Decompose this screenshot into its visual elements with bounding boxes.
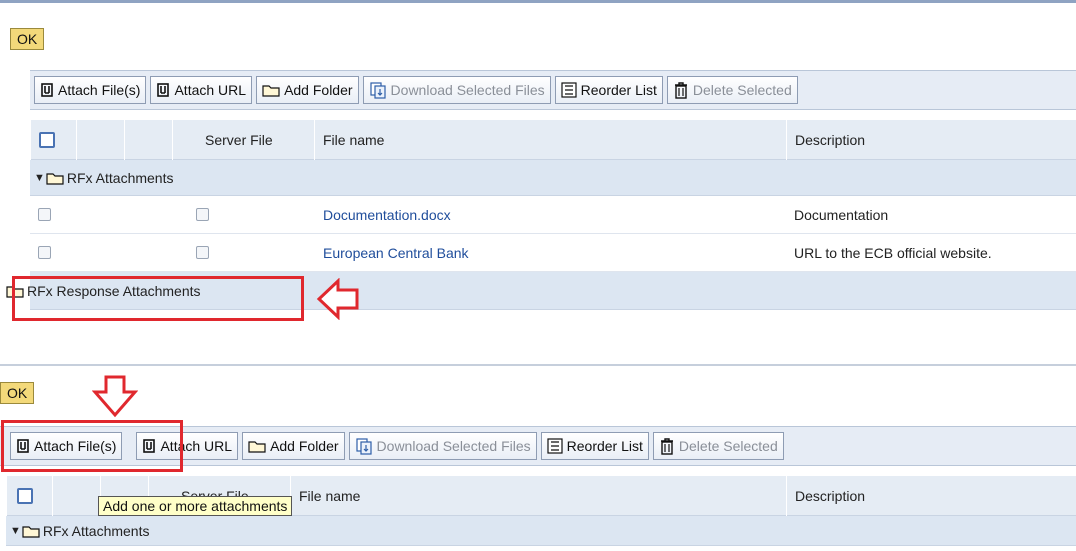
- top-panel: OK Attach File(s) Attach URL Add Folder …: [0, 0, 1076, 330]
- row-checkbox[interactable]: [38, 208, 51, 221]
- attach-url-button[interactable]: Attach URL: [150, 76, 253, 104]
- file-name-link[interactable]: Documentation.docx: [323, 196, 451, 234]
- select-all-checkbox[interactable]: [17, 488, 33, 504]
- paperclip-icon: [17, 439, 29, 453]
- download-selected-label: Download Selected Files: [376, 438, 531, 454]
- attachments-toolbar: Attach File(s) Attach URL Add Folder Dow…: [30, 70, 1076, 110]
- attach-files-button[interactable]: Attach File(s): [10, 432, 123, 460]
- download-selected-button[interactable]: Download Selected Files: [348, 432, 537, 460]
- add-folder-label: Add Folder: [270, 438, 339, 454]
- col-blank-1: [76, 120, 124, 160]
- folder-row-rfx[interactable]: ▼ RFx Attachments: [6, 516, 1076, 546]
- download-files-icon: [369, 82, 386, 99]
- folder-row-response[interactable]: RFx Response Attachments: [6, 272, 1076, 310]
- reorder-list-button[interactable]: Reorder List: [554, 76, 663, 104]
- paperclip-icon: [157, 83, 170, 97]
- reorder-list-label: Reorder List: [580, 82, 657, 98]
- folder-icon: [6, 285, 24, 298]
- attach-files-button[interactable]: Attach File(s): [34, 76, 147, 104]
- folder-row-rfx[interactable]: ▼ RFx Attachments: [30, 160, 1076, 196]
- attach-url-label: Attach URL: [174, 82, 247, 98]
- table-header: Server File File name Description: [30, 120, 1076, 160]
- select-all-cell: [30, 120, 76, 160]
- file-description: Documentation: [794, 207, 889, 223]
- folder-label: RFx Response Attachments: [27, 282, 201, 299]
- folder-icon: [46, 172, 64, 185]
- bottom-panel: OK Attach File(s) Attach URL Add Folder …: [0, 366, 1076, 551]
- folder-label: RFx Attachments: [66, 169, 174, 186]
- row-checkbox[interactable]: [38, 246, 51, 259]
- reorder-list-label: Reorder List: [566, 438, 643, 454]
- attach-files-tooltip: Add one or more attachments: [98, 496, 293, 516]
- attach-url-label: Attach URL: [160, 438, 233, 454]
- down-arrow-icon: [92, 375, 138, 418]
- select-all-cell: [6, 476, 52, 516]
- add-folder-button[interactable]: Add Folder: [242, 432, 345, 460]
- folder-icon: [262, 85, 280, 97]
- attachments-table: Server File File name Description ▼ RFx …: [6, 120, 1076, 310]
- select-all-checkbox[interactable]: [39, 132, 55, 148]
- trash-icon: [660, 438, 673, 455]
- folder-icon: [22, 525, 40, 538]
- delete-selected-button[interactable]: Delete Selected: [652, 432, 784, 460]
- add-folder-button[interactable]: Add Folder: [256, 76, 359, 104]
- attach-files-label: Attach File(s): [58, 82, 141, 98]
- ok-button[interactable]: OK: [0, 382, 35, 404]
- col-description[interactable]: Description: [786, 476, 1076, 516]
- table-row: European Central Bank URL to the ECB off…: [30, 234, 1076, 272]
- server-file-checkbox[interactable]: [196, 246, 209, 259]
- col-blank-2: [124, 120, 172, 160]
- reorder-icon: [547, 438, 563, 454]
- folder-icon: [248, 441, 266, 453]
- server-file-checkbox[interactable]: [196, 208, 209, 221]
- download-files-icon: [355, 438, 372, 455]
- attach-files-label: Attach File(s): [34, 438, 117, 454]
- delete-selected-label: Delete Selected: [678, 438, 778, 454]
- col-file-name[interactable]: File name: [314, 120, 786, 160]
- left-arrow-icon: [316, 278, 359, 320]
- delete-selected-label: Delete Selected: [692, 82, 792, 98]
- expand-arrow-icon[interactable]: ▼: [10, 525, 21, 537]
- folder-label: RFx Attachments: [42, 522, 150, 539]
- paperclip-icon: [143, 439, 156, 453]
- download-selected-button[interactable]: Download Selected Files: [362, 76, 551, 104]
- paperclip-icon: [41, 83, 53, 97]
- reorder-list-button[interactable]: Reorder List: [540, 432, 649, 460]
- col-file-name[interactable]: File name: [290, 476, 790, 516]
- download-selected-label: Download Selected Files: [390, 82, 545, 98]
- file-name-link[interactable]: European Central Bank: [323, 234, 469, 272]
- top-border: [0, 0, 1076, 3]
- attachments-toolbar: Attach File(s) Attach URL Add Folder Dow…: [0, 426, 1076, 466]
- ok-button[interactable]: OK: [10, 28, 45, 50]
- delete-selected-button[interactable]: Delete Selected: [666, 76, 798, 104]
- col-blank-1: [52, 476, 100, 516]
- trash-icon: [674, 82, 687, 99]
- add-folder-label: Add Folder: [284, 82, 353, 98]
- attach-url-button[interactable]: Attach URL: [136, 432, 239, 460]
- col-description[interactable]: Description: [786, 120, 1076, 160]
- expand-arrow-icon[interactable]: ▼: [34, 172, 45, 184]
- col-server-file[interactable]: Server File: [172, 120, 314, 160]
- file-description: URL to the ECB official website.: [794, 245, 992, 261]
- reorder-icon: [561, 82, 577, 98]
- table-row: Documentation.docx Documentation: [30, 196, 1076, 234]
